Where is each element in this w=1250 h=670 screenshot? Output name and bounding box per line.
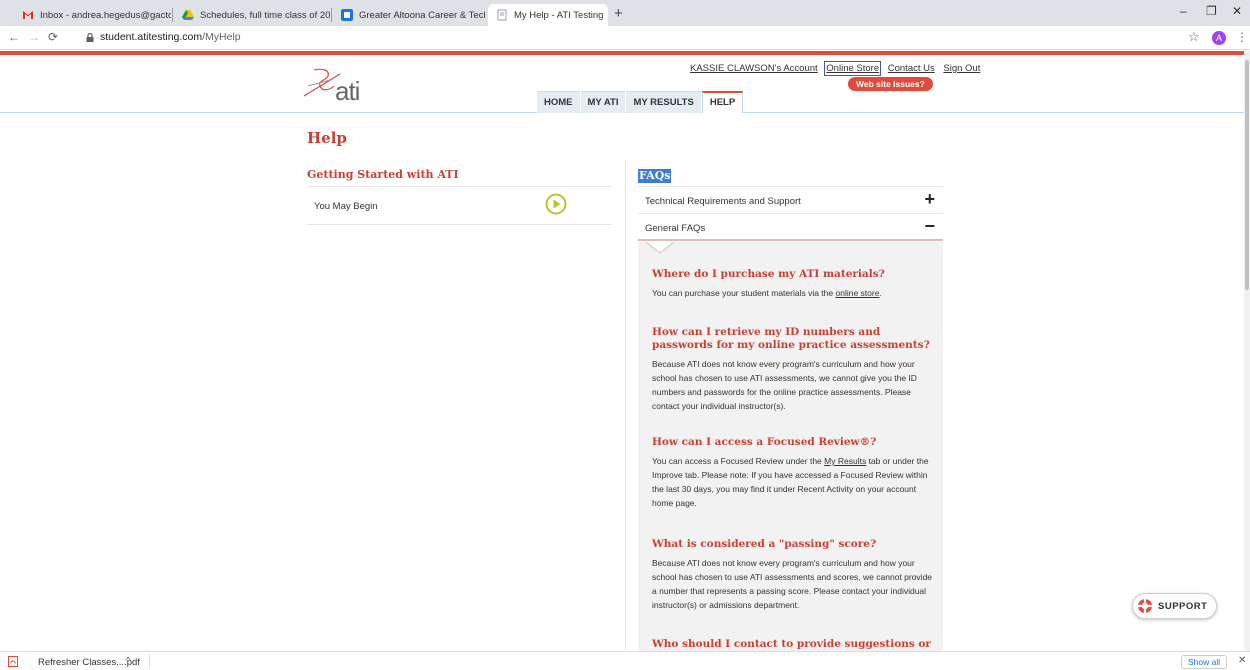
online-store-inline-link[interactable]: online store [836,288,880,298]
new-tab-icon[interactable]: + [614,5,623,22]
you-may-begin-label: You May Begin [314,201,378,212]
accordion-label: General FAQs [645,223,706,234]
browser-tab-ati-active[interactable]: My Help - ATI Testing ✕ [488,4,608,26]
nav-tab-my-ati[interactable]: MY ATI [580,91,626,113]
back-icon[interactable]: ← [8,30,20,44]
you-may-begin-row[interactable]: You May Begin [307,187,612,225]
faq-answer: Because ATI does not know every program'… [652,359,917,411]
site-issues-button[interactable]: Web site Issues? [848,77,933,91]
top-accent-bar [0,51,1244,55]
browser-tab-school[interactable]: Greater Altoona Career & Techni ✕ [333,4,485,26]
browser-tab-strip: Inbox - andrea.hegedus@gactc.e ✕ Schedul… [0,0,1250,26]
browser-tab-drive[interactable]: Schedules, full time class of 2021 ✕ [174,4,330,26]
restore-icon[interactable]: ❐ [1206,4,1217,18]
lifebuoy-icon [1138,599,1152,613]
sign-out-link[interactable]: Sign Out [943,63,980,74]
expand-plus-icon[interactable]: + [924,189,935,210]
browser-tab-label: Schedules, full time class of 2021 [200,9,330,21]
account-links: KASSIE CLAWSON's Account Online Store Co… [690,61,986,76]
faq-item: Who should I contact to provide suggesti… [652,638,937,652]
browser-tab-gmail[interactable]: Inbox - andrea.hegedus@gactc.e ✕ [14,4,171,26]
download-file-name[interactable]: Refresher Classes....pdf [38,657,140,668]
faq-question: Where do I purchase my ATI materials? [652,268,885,280]
faq-answer: You can access a Focused Review under th… [652,456,929,508]
download-bar: Refresher Classes....pdf ^ Show all ✕ [0,651,1250,670]
online-store-link[interactable]: Online Store [824,61,882,76]
getting-started-panel: Getting Started with ATI You May Begin [307,168,612,225]
accordion-label: Technical Requirements and Support [645,196,801,207]
browser-tab-label: Greater Altoona Career & Techni [359,9,485,21]
my-results-inline-link[interactable]: My Results [824,456,866,466]
menu-kebab-icon[interactable]: ⋮ [1236,30,1248,44]
page-title: Help [307,129,347,147]
nav-tab-my-results[interactable]: MY RESULTS [626,91,701,113]
address-bar[interactable]: student.atitesting.com/MyHelp [100,31,241,43]
contact-us-link[interactable]: Contact Us [888,63,935,74]
url-path: /MyHelp [202,31,241,43]
ati-logo-text: ati [335,76,360,106]
faq-answer: You can purchase your student materials … [652,288,882,298]
profile-avatar[interactable]: A [1212,31,1226,45]
faq-answer: Because ATI does not know every program'… [652,558,933,610]
chevron-up-icon[interactable]: ^ [126,655,130,665]
browser-toolbar: ← → ⟳ student.atitesting.com/MyHelp ☆ A … [0,26,1250,50]
url-host: student.atitesting.com [100,31,203,43]
faq-question: What is considered a "passing" score? [652,538,877,550]
column-divider [625,160,626,650]
faqs-panel: FAQs Technical Requirements and Support … [638,168,943,241]
show-all-button[interactable]: Show all [1181,655,1228,669]
scrollbar-thumb[interactable] [1245,60,1249,290]
faq-item: Where do I purchase my ATI materials? Yo… [652,268,937,300]
getting-started-heading: Getting Started with ATI [307,168,612,187]
general-faqs-content: Where do I purchase my ATI materials? Yo… [638,242,943,652]
faq-question: How can I access a Focused Review®? [652,436,877,448]
site-icon [341,9,353,21]
accordion-technical-requirements[interactable]: Technical Requirements and Support + [638,187,943,214]
support-label: SUPPORT [1158,600,1208,612]
account-link[interactable]: KASSIE CLAWSON's Account [690,63,818,74]
reload-icon[interactable]: ⟳ [48,30,58,44]
minimize-icon[interactable]: – [1180,4,1187,18]
play-icon[interactable] [545,193,567,215]
browser-tab-label: Inbox - andrea.hegedus@gactc.e [40,9,171,21]
close-download-bar-icon[interactable]: ✕ [1238,655,1246,666]
faq-question: How can I retrieve my ID numbers and pas… [652,326,930,351]
nav-tab-help[interactable]: HELP [701,91,744,113]
support-button[interactable]: SUPPORT [1132,593,1217,619]
forward-icon[interactable]: → [28,30,40,44]
browser-tab-label: My Help - ATI Testing [514,9,604,21]
faq-item: What is considered a "passing" score? Be… [652,538,937,612]
lock-icon [86,33,94,42]
main-nav: HOME MY ATI MY RESULTS HELP [537,91,744,113]
gmail-icon [23,11,33,19]
bookmark-star-icon[interactable]: ☆ [1188,29,1200,45]
faq-question: Who should I contact to provide suggesti… [652,638,931,652]
close-window-icon[interactable]: ✕ [1232,4,1242,18]
faq-item: How can I access a Focused Review®? You … [652,436,937,510]
accordion-general-faqs[interactable]: General FAQs − [638,214,943,241]
nav-tab-home[interactable]: HOME [537,91,580,113]
faqs-heading: FAQs [638,169,672,183]
drive-icon [182,10,194,20]
faq-item: How can I retrieve my ID numbers and pas… [652,326,937,413]
caret-notch [646,242,674,254]
doc-icon [497,9,507,21]
close-tab-icon[interactable]: ✕ [603,10,608,21]
pdf-file-icon [8,656,18,667]
collapse-minus-icon[interactable]: − [924,216,935,237]
